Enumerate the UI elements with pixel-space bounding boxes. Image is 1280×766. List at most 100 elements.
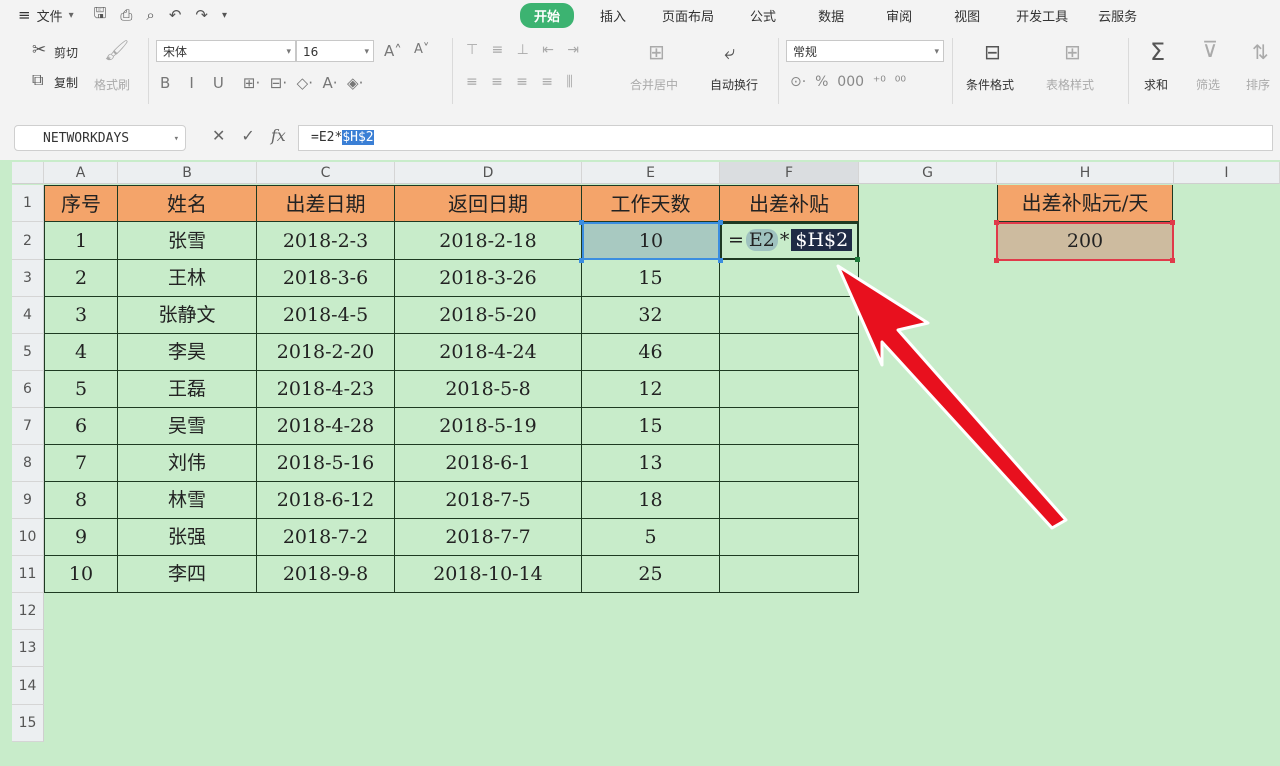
cell-A7[interactable]: 6 xyxy=(44,408,118,445)
copy-icon[interactable]: ⧉ xyxy=(32,70,43,90)
cell-C9[interactable]: 2018-6-12 xyxy=(257,482,395,519)
header-cell-f[interactable]: 出差补贴 xyxy=(720,185,859,222)
cell-H1[interactable]: 出差补贴元/天 xyxy=(997,185,1173,222)
row-header-11[interactable]: 11 xyxy=(12,556,44,593)
sum-button[interactable]: 求和 xyxy=(1144,76,1168,93)
align-horizontal-toolbar[interactable]: ≡ ≡ ≡ ≡ ⫼ xyxy=(466,74,573,90)
column-header-b[interactable]: B xyxy=(118,162,257,184)
column-header-e[interactable]: E xyxy=(582,162,720,184)
column-header-c[interactable]: C xyxy=(257,162,395,184)
format-painter-button[interactable]: 格式刷 xyxy=(94,76,130,93)
scissors-icon[interactable]: ✂ xyxy=(32,40,46,60)
tab-developer[interactable]: 开发工具 xyxy=(1016,3,1068,28)
filter-icon[interactable]: ⊽ xyxy=(1202,38,1218,63)
row-header-10[interactable]: 10 xyxy=(12,519,44,556)
header-cell-e[interactable]: 工作天数 xyxy=(582,185,720,222)
cell-A9[interactable]: 8 xyxy=(44,482,118,519)
wrap-text-icon[interactable]: ⤶ xyxy=(724,40,735,64)
cell-E6[interactable]: 12 xyxy=(582,371,720,408)
cut-button[interactable]: 剪切 xyxy=(54,44,78,61)
wrap-text-button[interactable]: 自动换行 xyxy=(710,76,758,93)
cell-E5[interactable]: 46 xyxy=(582,334,720,371)
cell-C8[interactable]: 2018-5-16 xyxy=(257,445,395,482)
cell-C4[interactable]: 2018-4-5 xyxy=(257,297,395,334)
column-header-i[interactable]: I xyxy=(1174,162,1280,184)
cell-A11[interactable]: 10 xyxy=(44,556,118,593)
cell-D4[interactable]: 2018-5-20 xyxy=(395,297,582,334)
print-preview-icon[interactable]: ⌕ xyxy=(146,6,154,24)
cell-A6[interactable]: 5 xyxy=(44,371,118,408)
cell-D5[interactable]: 2018-4-24 xyxy=(395,334,582,371)
tab-cloud[interactable]: 云服务 xyxy=(1098,3,1137,28)
cell-B4[interactable]: 张静文 xyxy=(118,297,257,334)
column-header-f[interactable]: F xyxy=(720,162,859,184)
row-header-15[interactable]: 15 xyxy=(12,705,44,742)
function-icon[interactable]: fx xyxy=(271,126,286,145)
select-all-corner[interactable] xyxy=(12,162,44,184)
tab-review[interactable]: 审阅 xyxy=(886,3,912,28)
font-name-select[interactable]: 宋体 ▾ xyxy=(156,40,296,62)
cell-B7[interactable]: 吴雪 xyxy=(118,408,257,445)
cell-F7[interactable] xyxy=(720,408,859,445)
cell-B11[interactable]: 李四 xyxy=(118,556,257,593)
cell-D11[interactable]: 2018-10-14 xyxy=(395,556,582,593)
row-header-1[interactable]: 1 xyxy=(12,185,44,222)
redo-icon[interactable]: ↷ xyxy=(195,6,208,24)
merge-center-button[interactable]: 合并居中 xyxy=(630,76,678,93)
cell-A10[interactable]: 9 xyxy=(44,519,118,556)
cell-D2[interactable]: 2018-2-18 xyxy=(395,222,582,260)
cell-E4[interactable]: 32 xyxy=(582,297,720,334)
format-painter-icon[interactable]: 🖌 xyxy=(104,38,129,62)
cell-E2[interactable]: 10 xyxy=(582,222,720,260)
cell-C7[interactable]: 2018-4-28 xyxy=(257,408,395,445)
header-cell-c[interactable]: 出差日期 xyxy=(257,185,395,222)
font-size-select[interactable]: 16 ▾ xyxy=(296,40,374,62)
cell-D6[interactable]: 2018-5-8 xyxy=(395,371,582,408)
sum-icon[interactable]: Σ xyxy=(1150,38,1165,66)
cell-B8[interactable]: 刘伟 xyxy=(118,445,257,482)
header-cell-b[interactable]: 姓名 xyxy=(118,185,257,222)
cell-E3[interactable]: 15 xyxy=(582,260,720,297)
header-cell-d[interactable]: 返回日期 xyxy=(395,185,582,222)
merge-center-icon[interactable]: ⊞ xyxy=(648,40,665,64)
cell-E10[interactable]: 5 xyxy=(582,519,720,556)
cell-F11[interactable] xyxy=(720,556,859,593)
cell-A2[interactable]: 1 xyxy=(44,222,118,260)
conditional-format-icon[interactable]: ⊟ xyxy=(984,40,1001,64)
cell-F8[interactable] xyxy=(720,445,859,482)
cell-A8[interactable]: 7 xyxy=(44,445,118,482)
cell-B10[interactable]: 张强 xyxy=(118,519,257,556)
row-header-2[interactable]: 2 xyxy=(12,222,44,260)
tab-formulas[interactable]: 公式 xyxy=(750,3,776,28)
table-style-icon[interactable]: ⊞ xyxy=(1064,40,1081,64)
header-cell-a[interactable]: 序号 xyxy=(44,185,118,222)
cell-C11[interactable]: 2018-9-8 xyxy=(257,556,395,593)
align-top-toolbar[interactable]: ⊤ ≡ ⊥ ⇤ ⇥ xyxy=(466,42,579,58)
cell-A4[interactable]: 3 xyxy=(44,297,118,334)
cell-D3[interactable]: 2018-3-26 xyxy=(395,260,582,297)
row-header-12[interactable]: 12 xyxy=(12,593,44,630)
cell-C6[interactable]: 2018-4-23 xyxy=(257,371,395,408)
cell-E9[interactable]: 18 xyxy=(582,482,720,519)
fill-handle[interactable] xyxy=(855,257,860,262)
cell-F6[interactable] xyxy=(720,371,859,408)
cancel-icon[interactable]: ✕ xyxy=(212,126,225,145)
tab-insert[interactable]: 插入 xyxy=(600,3,626,28)
cell-E11[interactable]: 25 xyxy=(582,556,720,593)
undo-icon[interactable]: ↶ xyxy=(169,6,182,24)
cell-A3[interactable]: 2 xyxy=(44,260,118,297)
filter-button[interactable]: 筛选 xyxy=(1196,76,1220,93)
cell-B5[interactable]: 李昊 xyxy=(118,334,257,371)
cell-A5[interactable]: 4 xyxy=(44,334,118,371)
spreadsheet-grid[interactable]: ABCDEFGHI 1 2 3 4 5 6 7 8 9 10 11 12 13 14 15 序号 姓名 出差日期… xyxy=(0,160,1280,766)
cell-D10[interactable]: 2018-7-7 xyxy=(395,519,582,556)
cell-F9[interactable] xyxy=(720,482,859,519)
formula-input[interactable]: =E2*$H$2 xyxy=(298,125,1273,151)
tab-data[interactable]: 数据 xyxy=(818,3,844,28)
cell-C2[interactable]: 2018-2-3 xyxy=(257,222,395,260)
cell-F4[interactable] xyxy=(720,297,859,334)
sort-icon[interactable]: ⇅ xyxy=(1252,40,1269,64)
cell-B6[interactable]: 王磊 xyxy=(118,371,257,408)
save-icon[interactable]: 🖫 xyxy=(94,3,107,28)
column-header-g[interactable]: G xyxy=(859,162,997,184)
